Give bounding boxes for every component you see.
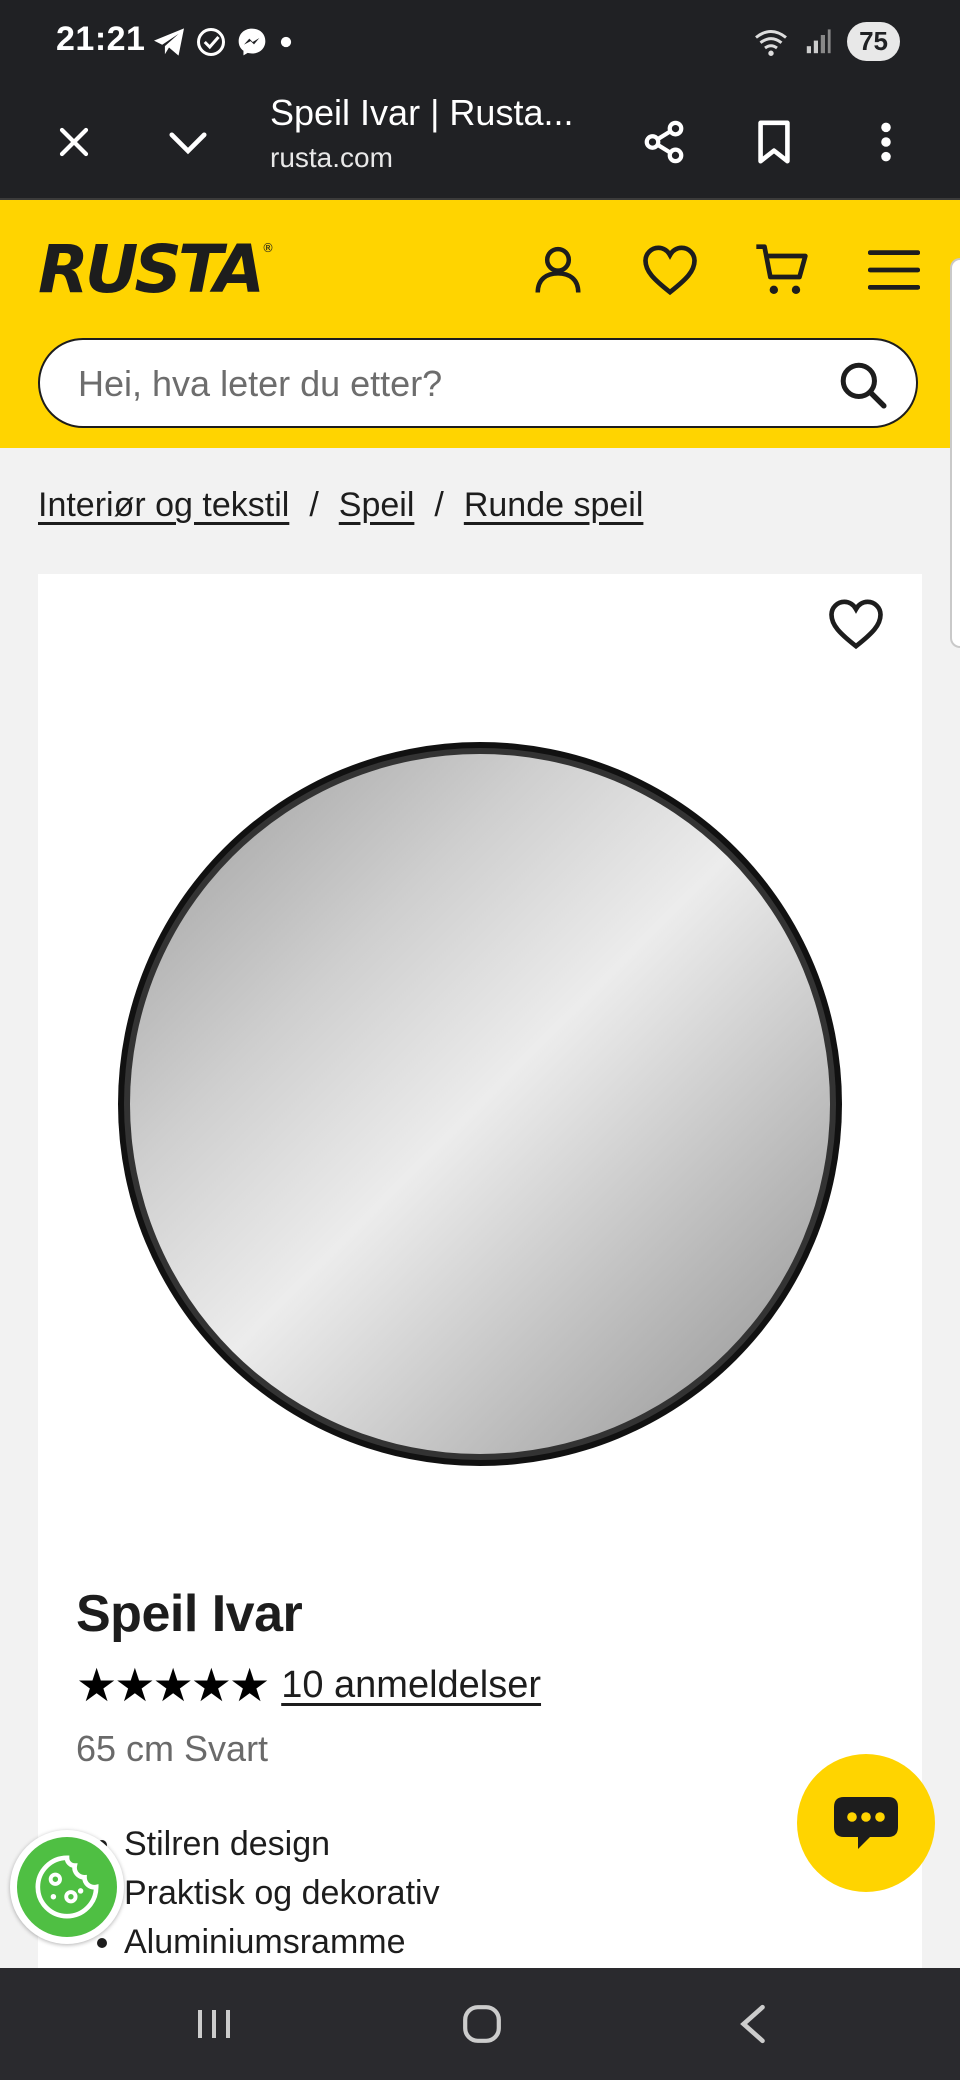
status-bar: 21:21 75 — [0, 0, 960, 86]
chevron-down-icon — [169, 132, 207, 155]
share-icon — [644, 120, 684, 164]
telegram-icon — [154, 28, 184, 56]
breadcrumb-separator: / — [309, 486, 319, 524]
breadcrumb: Interiør og tekstil / Speil / Runde spei… — [38, 486, 643, 525]
search-bar — [38, 338, 918, 428]
menu-button[interactable] — [862, 238, 926, 302]
signal-icon — [806, 28, 831, 53]
rusta-logo[interactable]: RUSTA ® — [36, 230, 276, 308]
product-rating: ★★★★★ 10 anmeldelser — [76, 1658, 541, 1712]
hamburger-menu-icon — [868, 250, 920, 290]
search-icon — [840, 362, 887, 409]
cart-button[interactable] — [750, 238, 814, 302]
wishlist-button[interactable] — [638, 238, 702, 302]
close-icon — [59, 127, 89, 157]
scrollbar-thumb[interactable] — [950, 258, 960, 648]
product-features: Stilren design Praktisk og dekorativ Alu… — [94, 1820, 440, 1967]
product-variant: 65 cm Svart — [76, 1728, 269, 1769]
messenger-icon — [238, 28, 266, 56]
status-time: 21:21 — [56, 20, 146, 58]
cart-icon — [756, 244, 808, 295]
heart-icon — [643, 245, 697, 296]
breadcrumb-link-interior[interactable]: Interiør og tekstil — [38, 486, 289, 525]
breadcrumb-link-round-mirrors[interactable]: Runde speil — [464, 486, 644, 525]
user-icon — [535, 246, 581, 293]
more-options-button[interactable] — [858, 114, 914, 170]
more-vertical-icon — [881, 122, 891, 162]
cookie-icon — [35, 1855, 99, 1919]
minimize-tab-button[interactable] — [160, 114, 216, 170]
account-button[interactable] — [526, 238, 590, 302]
heart-icon — [829, 599, 883, 650]
page-title[interactable]: Speil Ivar | Rusta... — [270, 92, 573, 134]
chat-button[interactable] — [797, 1754, 935, 1892]
recent-apps-button[interactable] — [184, 1994, 244, 2054]
feature-item: Stilren design — [124, 1820, 440, 1869]
back-icon — [740, 2004, 765, 2044]
browser-toolbar: Speil Ivar | Rusta... rusta.com — [0, 86, 960, 200]
product-card: Speil Ivar ★★★★★ 10 anmeldelser 65 cm Sv… — [38, 574, 922, 2080]
close-tab-button[interactable] — [46, 114, 102, 170]
check-circle-icon — [197, 28, 225, 56]
add-to-favorites-button[interactable] — [828, 598, 884, 650]
site-header: RUSTA ® — [0, 200, 960, 448]
logo-text: RUSTA — [38, 231, 261, 300]
feature-item: Aluminiumsramme — [124, 1918, 440, 1967]
share-button[interactable] — [636, 114, 692, 170]
recent-apps-icon — [198, 2010, 230, 2038]
breadcrumb-separator: / — [434, 486, 444, 524]
chat-bubble-icon — [834, 1797, 898, 1849]
home-button[interactable] — [452, 1994, 512, 2054]
bookmark-icon — [758, 120, 790, 164]
system-navigation-bar — [0, 1968, 960, 2080]
search-input[interactable] — [76, 340, 840, 428]
dot-icon — [280, 36, 292, 48]
bookmark-button[interactable] — [746, 114, 802, 170]
product-title: Speil Ivar — [76, 1585, 303, 1643]
cookie-settings-button[interactable] — [10, 1830, 124, 1944]
home-icon — [463, 2005, 501, 2043]
back-button[interactable] — [722, 1994, 782, 2054]
breadcrumb-link-mirrors[interactable]: Speil — [339, 486, 415, 525]
feature-item: Praktisk og dekorativ — [124, 1869, 440, 1918]
search-button[interactable] — [838, 360, 888, 410]
page-url[interactable]: rusta.com — [270, 142, 393, 174]
wifi-icon — [755, 29, 788, 56]
reviews-link[interactable]: 10 anmeldelser — [281, 1664, 541, 1707]
product-image[interactable] — [112, 736, 848, 1472]
battery-indicator: 75 — [847, 22, 900, 61]
logo-registered-mark: ® — [262, 241, 274, 255]
rating-stars: ★★★★★ — [76, 1659, 270, 1711]
status-notification-icons — [152, 26, 294, 58]
status-system-icons: 75 — [753, 22, 900, 61]
